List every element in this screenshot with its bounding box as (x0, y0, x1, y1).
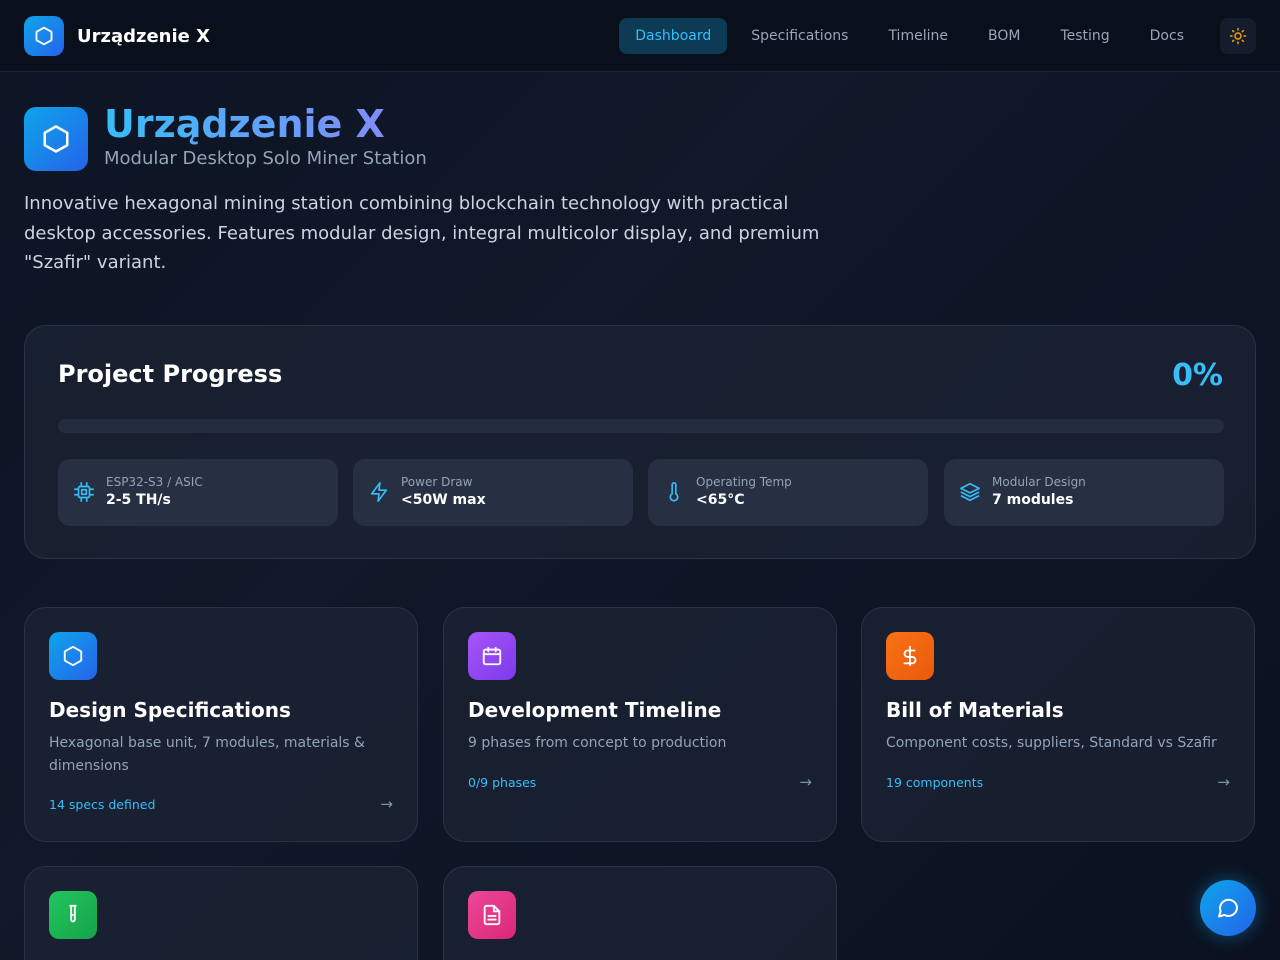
project-progress-card: Project Progress 0% ESP32-S3 / ASIC 2-5 … (24, 325, 1256, 559)
arrow-right-icon: → (380, 795, 393, 813)
page-description: Innovative hexagonal mining station comb… (24, 193, 820, 273)
progress-title: Project Progress (58, 360, 283, 388)
calendar-icon (468, 632, 516, 680)
stat-value: <65°C (696, 492, 745, 508)
sun-icon (1229, 27, 1247, 45)
arrow-right-icon: → (799, 773, 812, 791)
test-tube-icon (49, 891, 97, 939)
brand[interactable]: Urządzenie X (24, 16, 210, 56)
page-subtitle: Modular Desktop Solo Miner Station (104, 148, 427, 169)
nav-specifications[interactable]: Specifications (735, 18, 864, 54)
stat-value: 2-5 TH/s (106, 492, 171, 508)
card-title: Bill of Materials (886, 698, 1064, 722)
nav-docs[interactable]: Docs (1134, 18, 1200, 54)
thermometer-icon (669, 482, 679, 502)
stat-power: Power Draw <50W max (353, 459, 633, 526)
layers-icon (960, 482, 980, 502)
stat-label: Power Draw (401, 475, 473, 489)
stat-value: <50W max (401, 492, 486, 508)
card-bill-of-materials[interactable]: Bill of Materials Component costs, suppl… (861, 607, 1255, 842)
card-title: Development Timeline (468, 698, 722, 722)
nav-dashboard[interactable]: Dashboard (619, 18, 728, 54)
dollar-icon (886, 632, 934, 680)
card-description: Hexagonal base unit, 7 modules, material… (49, 735, 365, 774)
stat-value: 7 modules (992, 492, 1074, 508)
card-meta: 19 components (886, 775, 984, 790)
card-description: Component costs, suppliers, Standard vs … (886, 735, 1217, 751)
arrow-right-icon: → (1217, 773, 1230, 791)
document-icon (468, 891, 516, 939)
card-development-timeline[interactable]: Development Timeline 9 phases from conce… (443, 607, 837, 842)
stat-temperature: Operating Temp <65°C (648, 459, 928, 526)
page-title: Urządzenie X (104, 102, 385, 146)
chat-button[interactable] (1200, 880, 1256, 936)
brand-name: Urządzenie X (77, 25, 211, 47)
stat-hashrate: ESP32-S3 / ASIC 2-5 TH/s (58, 459, 338, 526)
main-nav: Dashboard Specifications Timeline BOM Te… (611, 18, 1200, 54)
chat-bubble-icon (1218, 898, 1238, 918)
stat-modules: Modular Design 7 modules (944, 459, 1224, 526)
stat-label: Operating Temp (696, 475, 792, 489)
stat-label: ESP32-S3 / ASIC (106, 475, 203, 489)
theme-toggle-button[interactable] (1220, 18, 1256, 54)
card-meta: 0/9 phases (468, 775, 537, 790)
card-description: 9 phases from concept to production (468, 735, 727, 751)
card-documentation[interactable] (443, 866, 837, 960)
top-navigation-bar: Urządzenie X Dashboard Specifications Ti… (0, 0, 1280, 72)
hexagon-hero-icon (24, 107, 88, 171)
nav-bom[interactable]: BOM (972, 18, 1036, 54)
hexagon-icon (49, 632, 97, 680)
progress-bar (58, 419, 1224, 433)
card-meta: 14 specs defined (49, 797, 156, 812)
hexagon-logo-icon (24, 16, 64, 56)
cpu-icon (74, 482, 94, 502)
card-design-specifications[interactable]: Design Specifications Hexagonal base uni… (24, 607, 418, 842)
stat-label: Modular Design (992, 475, 1086, 489)
progress-percent: 0% (1172, 358, 1223, 393)
nav-testing[interactable]: Testing (1044, 18, 1125, 54)
nav-timeline[interactable]: Timeline (872, 18, 964, 54)
card-title: Design Specifications (49, 698, 291, 722)
lightning-icon (370, 482, 388, 502)
card-testing[interactable] (24, 866, 418, 960)
